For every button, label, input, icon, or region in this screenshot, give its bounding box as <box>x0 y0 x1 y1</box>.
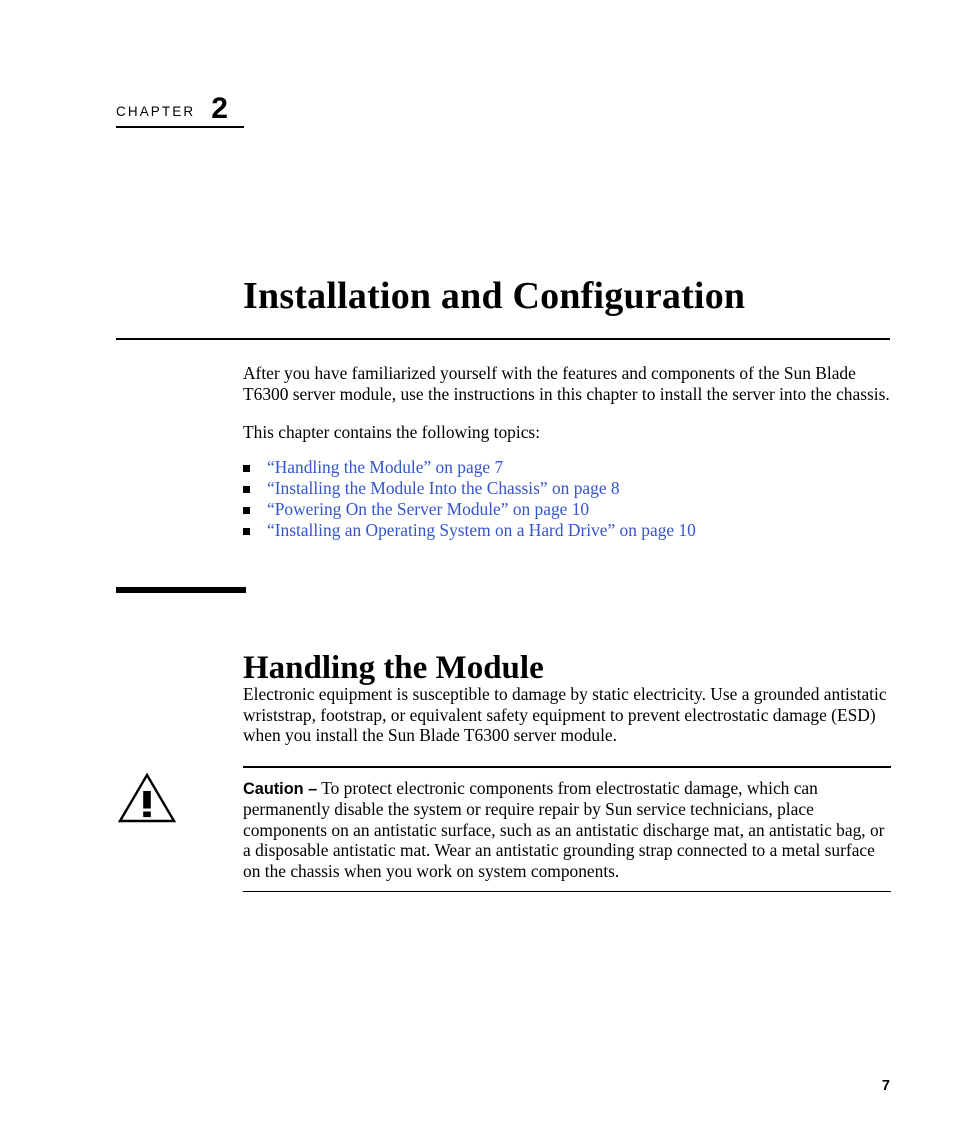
title-divider-rule <box>116 338 890 340</box>
caution-bottom-rule <box>243 890 891 893</box>
section-heading: Handling the Module <box>243 650 544 687</box>
caution-label: Caution – <box>243 779 318 798</box>
square-bullet-icon <box>243 528 250 536</box>
page-title: Installation and Configuration <box>243 275 746 318</box>
chapter-marker: CHAPTER 2 <box>116 92 246 128</box>
topic-link-handling-the-module[interactable]: “Handling the Module” on page 7 <box>267 457 503 477</box>
chapter-topics-list: “Handling the Module” on page 7 “Install… <box>243 457 891 541</box>
intro-paragraph: After you have familiarized yourself wit… <box>243 363 890 404</box>
warning-triangle-icon <box>117 772 177 824</box>
section-marker-rule <box>116 587 246 593</box>
topic-link-installing-os[interactable]: “Installing an Operating System on a Har… <box>267 520 696 540</box>
caution-callout: Caution – To protect electronic componen… <box>243 766 891 893</box>
list-item: “Installing an Operating System on a Har… <box>243 520 891 541</box>
caution-body: Caution – To protect electronic componen… <box>243 768 891 891</box>
caution-message: To protect electronic components from el… <box>243 777 885 881</box>
section-body: Electronic equipment is susceptible to d… <box>243 684 891 764</box>
section-paragraph: Electronic equipment is susceptible to d… <box>243 684 887 746</box>
page-number: 7 <box>881 1078 890 1094</box>
list-item: “Powering On the Server Module” on page … <box>243 499 891 520</box>
chapter-underline-rule <box>116 126 244 128</box>
topic-link-installing-the-module[interactable]: “Installing the Module Into the Chassis”… <box>267 478 620 498</box>
square-bullet-icon <box>243 464 250 472</box>
square-bullet-icon <box>243 485 250 493</box>
list-item: “Handling the Module” on page 7 <box>243 457 891 478</box>
topic-link-powering-on[interactable]: “Powering On the Server Module” on page … <box>267 499 589 519</box>
chapter-label: CHAPTER <box>116 104 196 119</box>
chapter-number: 2 <box>211 92 228 125</box>
list-item: “Installing the Module Into the Chassis”… <box>243 478 891 499</box>
intro-section: After you have familiarized yourself wit… <box>243 363 891 541</box>
chapter-marker-row: CHAPTER 2 <box>116 92 246 126</box>
topics-lead-in: This chapter contains the following topi… <box>243 422 541 443</box>
square-bullet-icon <box>243 506 250 514</box>
document-page: CHAPTER 2 Installation and Configuration… <box>0 0 954 1145</box>
